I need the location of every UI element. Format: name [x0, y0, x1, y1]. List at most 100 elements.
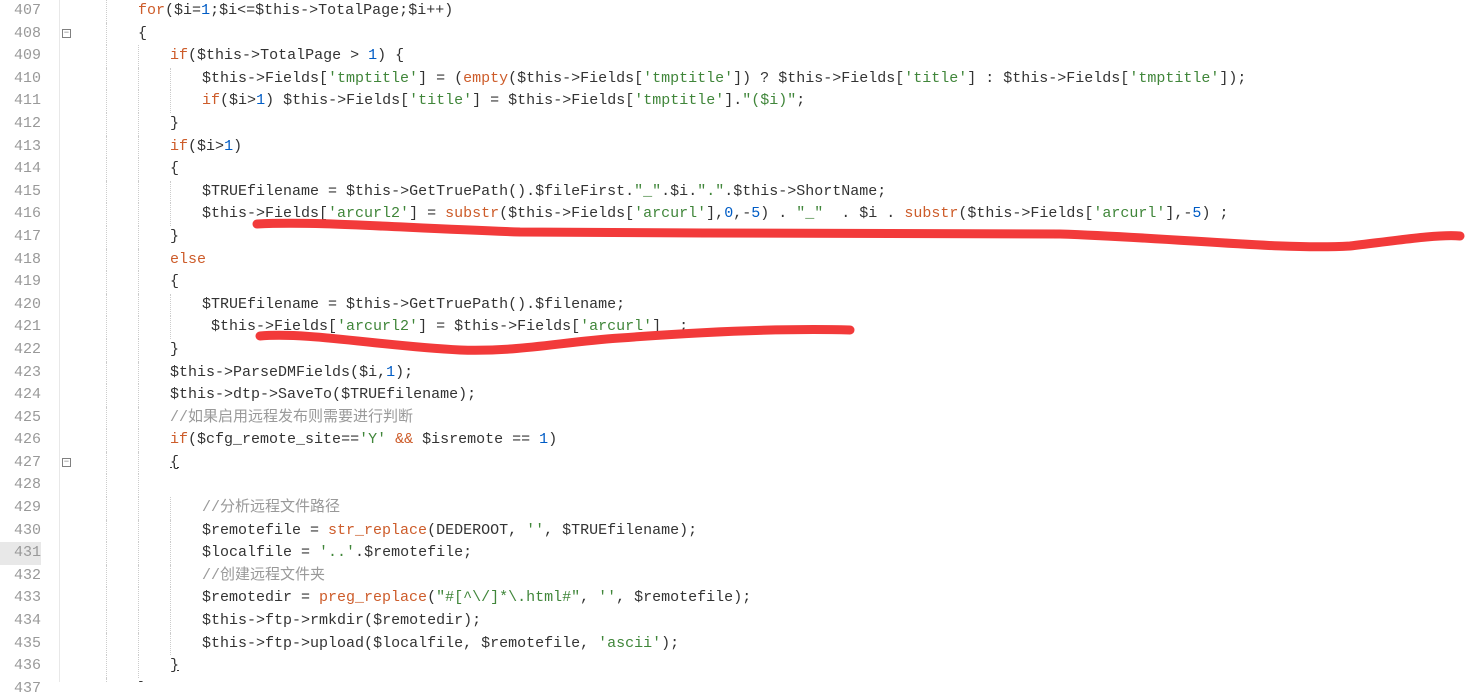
- code-token: ,: [580, 589, 598, 606]
- code-token: ] :: [967, 70, 1003, 87]
- code-token: $i: [197, 138, 215, 155]
- code-token: 1: [224, 138, 233, 155]
- code-token: $this: [733, 183, 778, 200]
- fold-toggle-icon[interactable]: −: [62, 458, 71, 467]
- code-line[interactable]: $remotefile = str_replace(DEDEROOT, '', …: [74, 520, 1466, 543]
- code-area[interactable]: for($i=1;$i<=$this->TotalPage;$i++){if($…: [74, 0, 1466, 682]
- code-token: $remotedir: [202, 589, 292, 606]
- code-token: $this: [202, 612, 247, 629]
- code-line[interactable]: }: [74, 339, 1466, 362]
- line-number: 419: [0, 271, 41, 294]
- code-token: $remotedir: [373, 612, 463, 629]
- code-line[interactable]: $this->ftp->rmkdir($remotedir);: [74, 610, 1466, 633]
- code-token: 'title': [904, 70, 967, 87]
- code-line[interactable]: $this->Fields['arcurl2'] = $this->Fields…: [74, 316, 1466, 339]
- code-token: Fields[: [571, 92, 634, 109]
- code-token: ->: [823, 70, 841, 87]
- code-token: GetTruePath().: [409, 296, 535, 313]
- code-token: empty: [463, 70, 508, 87]
- code-token: $i: [359, 364, 377, 381]
- code-token: ],-: [1165, 205, 1192, 222]
- code-token: 'tmptitle': [1129, 70, 1219, 87]
- code-editor[interactable]: 4074084094104114124134144154164174184194…: [0, 0, 1466, 682]
- fold-toggle-icon[interactable]: −: [62, 29, 71, 38]
- code-line[interactable]: //创建远程文件夹: [74, 565, 1466, 588]
- code-line[interactable]: $remotedir = preg_replace("#[^\/]*\.html…: [74, 587, 1466, 610]
- code-line[interactable]: $this->Fields['tmptitle'] = (empty($this…: [74, 68, 1466, 91]
- code-token: $localfile: [373, 635, 463, 652]
- code-token: ->: [553, 92, 571, 109]
- code-line[interactable]: }: [74, 113, 1466, 136]
- code-line[interactable]: [74, 474, 1466, 497]
- code-token: ,: [544, 522, 562, 539]
- code-line[interactable]: //分析远程文件路径: [74, 497, 1466, 520]
- code-line[interactable]: if($i>1) $this->Fields['title'] = $this-…: [74, 90, 1466, 113]
- code-token: ==: [341, 431, 359, 448]
- code-token: TotalPage: [318, 2, 399, 19]
- code-token: $this: [454, 318, 499, 335]
- code-line[interactable]: {: [74, 23, 1466, 46]
- code-token: ->: [242, 47, 260, 64]
- code-line[interactable]: }: [74, 655, 1466, 678]
- code-line[interactable]: $localfile = '..'.$remotefile;: [74, 542, 1466, 565]
- code-token: '': [526, 522, 544, 539]
- code-token: ".": [697, 183, 724, 200]
- code-token: $this: [508, 205, 553, 222]
- code-line[interactable]: {: [74, 158, 1466, 181]
- code-token: ->: [300, 2, 318, 19]
- code-token: str_replace: [328, 522, 427, 539]
- code-token: $i: [859, 205, 877, 222]
- line-number: 431: [0, 542, 41, 565]
- code-token: substr: [445, 205, 499, 222]
- code-token: ): [233, 138, 242, 155]
- code-line[interactable]: $this->Fields['arcurl2'] = substr($this-…: [74, 203, 1466, 226]
- code-token: 'arcurl': [580, 318, 652, 335]
- code-token: 'tmptitle': [643, 70, 733, 87]
- code-token: dtp->SaveTo(: [233, 386, 341, 403]
- fold-column[interactable]: −−: [60, 0, 74, 682]
- code-token: $i: [174, 2, 192, 19]
- code-token: "_": [634, 183, 661, 200]
- line-number: 427: [0, 452, 41, 475]
- code-token: }: [170, 228, 179, 245]
- code-token: $i: [229, 92, 247, 109]
- code-token: $this: [202, 318, 256, 335]
- code-token: =: [292, 589, 319, 606]
- code-line[interactable]: $TRUEfilename = $this->GetTruePath().$fi…: [74, 181, 1466, 204]
- line-number: 433: [0, 587, 41, 610]
- code-token: >: [350, 47, 359, 64]
- code-line[interactable]: else: [74, 249, 1466, 272]
- line-number: 421: [0, 316, 41, 339]
- code-token: =: [319, 296, 346, 313]
- code-line[interactable]: {: [74, 452, 1466, 475]
- code-line[interactable]: $this->ftp->upload($localfile, $remotefi…: [74, 633, 1466, 656]
- code-line[interactable]: {: [74, 271, 1466, 294]
- code-token: $this: [202, 635, 247, 652]
- code-line[interactable]: //如果启用远程发布则需要进行判断: [74, 407, 1466, 430]
- code-line[interactable]: if($i>1): [74, 136, 1466, 159]
- code-token: );: [661, 635, 679, 652]
- code-line[interactable]: $this->dtp->SaveTo($TRUEfilename);: [74, 384, 1466, 407]
- code-token: }: [170, 657, 179, 674]
- code-token: substr: [904, 205, 958, 222]
- code-token: $remotefile: [202, 522, 301, 539]
- code-line[interactable]: for($i=1;$i<=$this->TotalPage;$i++): [74, 0, 1466, 23]
- code-token: 1: [256, 92, 265, 109]
- code-token: //分析远程文件路径: [202, 499, 340, 516]
- code-token: );: [463, 612, 481, 629]
- line-number: 408: [0, 23, 41, 46]
- code-token: &&: [395, 431, 413, 448]
- code-line[interactable]: if($cfg_remote_site=='Y' && $isremote ==…: [74, 429, 1466, 452]
- code-line[interactable]: if($this->TotalPage > 1) {: [74, 45, 1466, 68]
- code-token: ParseDMFields(: [233, 364, 359, 381]
- code-token: Fields[: [841, 70, 904, 87]
- code-line[interactable]: $this->ParseDMFields($i,1);: [74, 362, 1466, 385]
- code-line[interactable]: }: [74, 226, 1466, 249]
- code-token: Fields[: [1066, 70, 1129, 87]
- code-line[interactable]: $TRUEfilename = $this->GetTruePath().$fi…: [74, 294, 1466, 317]
- code-line[interactable]: }: [74, 678, 1466, 682]
- code-token: ,: [463, 635, 481, 652]
- code-token: "_": [796, 205, 823, 222]
- code-token: 'ascii': [598, 635, 661, 652]
- code-token: '': [598, 589, 616, 606]
